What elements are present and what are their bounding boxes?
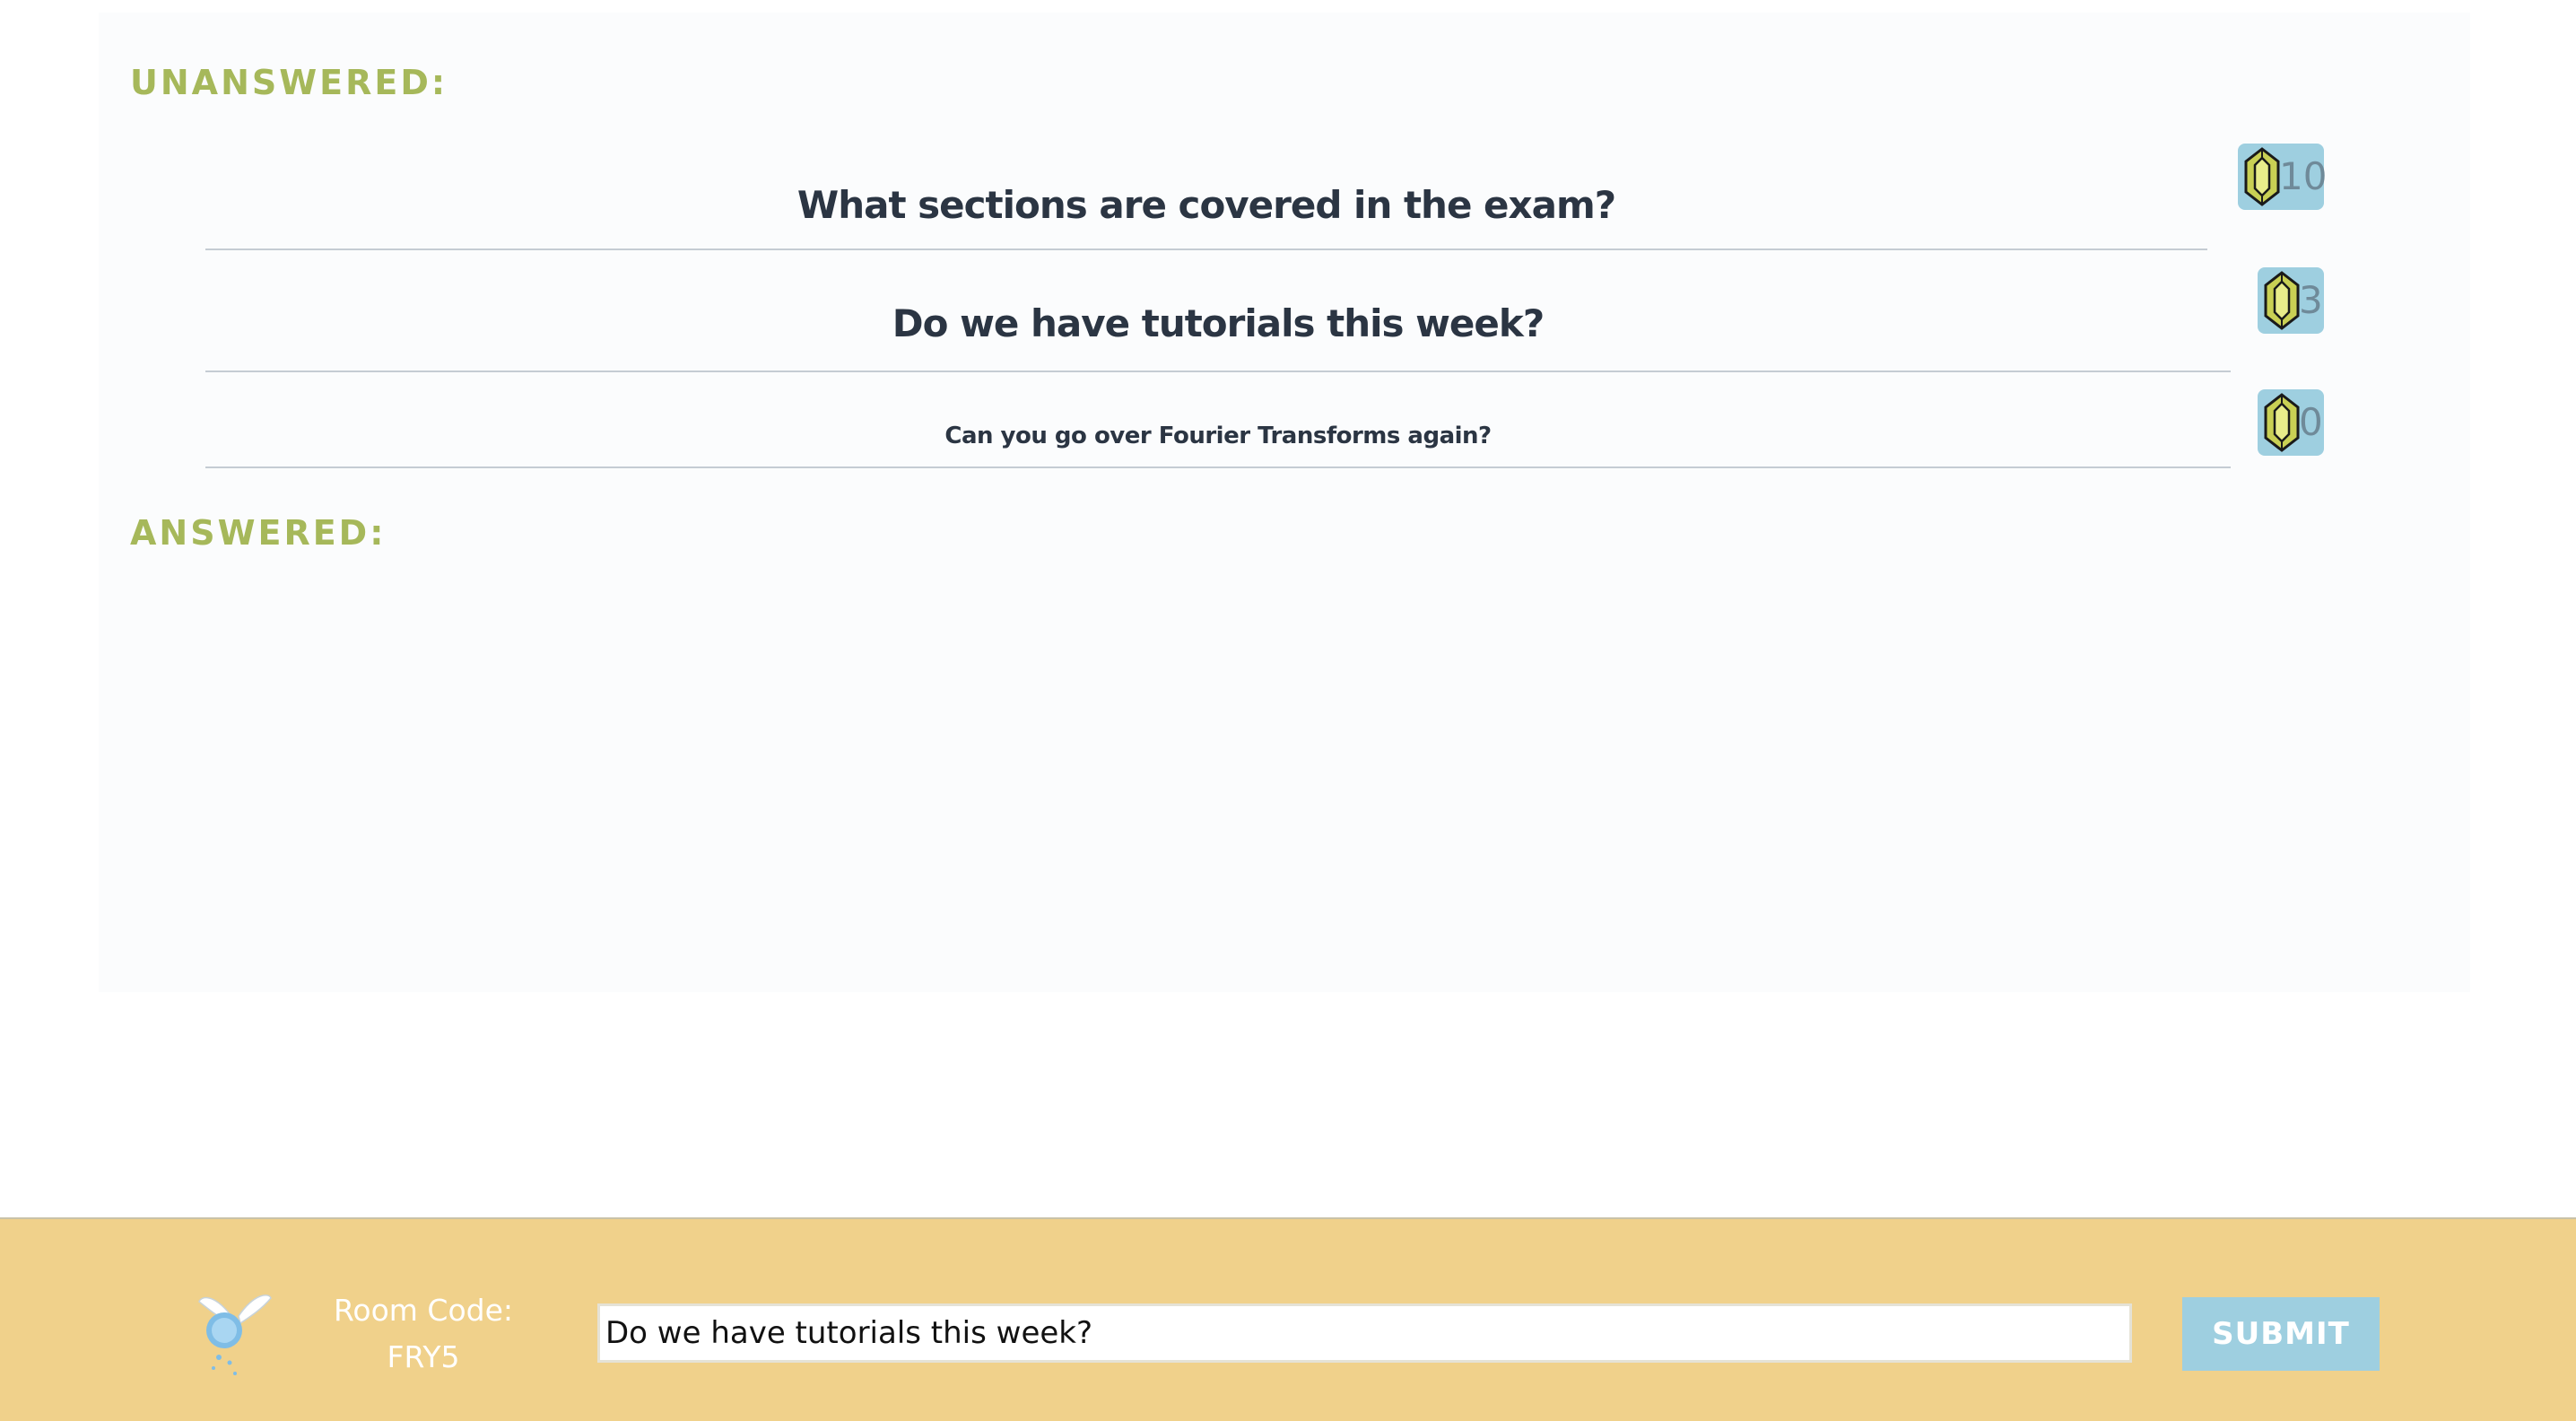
question-row[interactable]: Can you go over Fourier Transforms again… <box>205 388 2231 468</box>
question-text: Can you go over Fourier Transforms again… <box>944 423 1492 449</box>
upvote-button[interactable]: 0 <box>2258 389 2324 456</box>
answered-heading: ANSWERED: <box>130 513 387 553</box>
question-row[interactable]: Do we have tutorials this week? <box>205 266 2231 372</box>
question-input[interactable] <box>597 1303 2132 1363</box>
rupee-gem-icon <box>2264 271 2300 330</box>
vote-count: 0 <box>2299 400 2323 444</box>
unanswered-heading: UNANSWERED: <box>130 63 448 102</box>
vote-count: 3 <box>2299 278 2323 322</box>
rupee-gem-icon <box>2264 393 2300 452</box>
upvote-button[interactable]: 3 <box>2258 267 2324 334</box>
vote-count: 10 <box>2279 154 2328 198</box>
fairy-icon <box>198 1295 272 1375</box>
question-row[interactable]: What sections are covered in the exam? <box>205 144 2207 250</box>
question-text: Do we have tutorials this week? <box>892 301 1545 345</box>
footer-bar: Room Code: FRY5 SUBMIT <box>0 1217 2576 1421</box>
room-code-value: FRY5 <box>387 1339 460 1374</box>
room-code-label: Room Code: <box>333 1293 514 1328</box>
upvote-button[interactable]: 10 <box>2238 144 2328 210</box>
question-text: What sections are covered in the exam? <box>796 183 1616 227</box>
rupee-gem-icon <box>2244 147 2280 206</box>
submit-button[interactable]: SUBMIT <box>2182 1297 2380 1371</box>
